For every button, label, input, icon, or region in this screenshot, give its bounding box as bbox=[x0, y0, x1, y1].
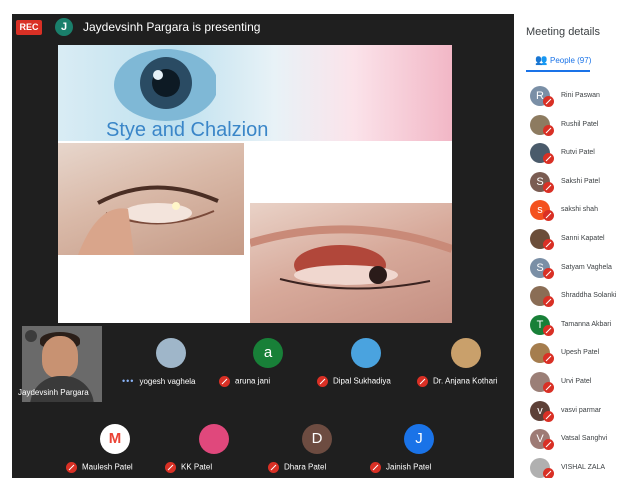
slide-blank-area bbox=[58, 257, 244, 323]
panel-title: Meeting details bbox=[526, 26, 600, 38]
participant-tile[interactable]: D Dhara Patel bbox=[268, 418, 368, 474]
person-name: Sanni Kapatel bbox=[561, 235, 605, 242]
meeting-details-panel: Meeting details 👥 People (97) R Rini Pasw… bbox=[514, 14, 634, 482]
participant-name: Dipal Sukhadiya bbox=[333, 376, 391, 386]
person-name: Rini Paswan bbox=[561, 92, 600, 99]
participant-avatar: J bbox=[404, 424, 434, 454]
eye-photo-left bbox=[58, 143, 244, 255]
participant-avatar bbox=[156, 338, 186, 368]
presenting-banner: Jaydevsinh Pargara is presenting bbox=[83, 20, 261, 34]
people-list-item[interactable]: S Sakshi Patel bbox=[514, 170, 634, 196]
people-list-item[interactable]: s sakshi shah bbox=[514, 198, 634, 224]
recording-badge: REC bbox=[16, 20, 42, 35]
mic-muted-icon bbox=[165, 462, 176, 473]
people-list-item[interactable]: Urvi Patel bbox=[514, 370, 634, 396]
mic-muted-icon bbox=[543, 382, 554, 393]
people-icon: 👥 bbox=[535, 55, 548, 66]
participant-avatar bbox=[351, 338, 381, 368]
eye-illustration bbox=[114, 49, 216, 121]
people-list-item[interactable]: Shraddha Solanki bbox=[514, 284, 634, 310]
mic-muted-icon bbox=[543, 267, 554, 279]
participant-avatar bbox=[451, 338, 481, 368]
eye-photo-right bbox=[250, 203, 452, 323]
participant-tile[interactable]: a aruna jani bbox=[219, 332, 319, 388]
participant-tile[interactable]: ••• yogesh vaghela bbox=[122, 332, 222, 388]
participant-name: KK Patel bbox=[181, 462, 213, 472]
participant-name: Jainish Patel bbox=[386, 462, 432, 472]
people-list-item[interactable]: S Satyam Vaghela bbox=[514, 256, 634, 282]
slide-title: Stye and Chalzion bbox=[106, 119, 269, 141]
participant-avatar bbox=[199, 424, 229, 454]
person-name: Rushil Patel bbox=[561, 120, 599, 128]
participant-tile[interactable]: Dr. Anjana Kothari bbox=[417, 332, 517, 388]
tab-people[interactable]: 👥 People (97) bbox=[526, 50, 634, 72]
participant-name-label: Jainish Patel bbox=[370, 462, 510, 473]
mic-icon bbox=[25, 330, 37, 342]
participant-avatar: M bbox=[100, 424, 130, 454]
mic-muted-icon bbox=[66, 462, 77, 473]
mic-muted-icon bbox=[543, 124, 554, 136]
participant-name: Dr. Anjana Kothari bbox=[433, 376, 498, 386]
people-list-item[interactable]: Rushil Patel bbox=[514, 113, 634, 139]
person-name: Tamanna Akbari bbox=[561, 320, 612, 328]
person-name: Sakshi Patel bbox=[561, 177, 600, 185]
participant-name: yogesh vaghela bbox=[139, 377, 196, 386]
meet-screen: REC J Jaydevsinh Pargara is presenting S… bbox=[12, 14, 634, 482]
people-list-item[interactable]: V Vatsal Sanghvi bbox=[514, 427, 634, 453]
participant-name: aruna jani bbox=[235, 376, 271, 386]
bottom-strip bbox=[0, 478, 639, 487]
presenter-avatar: J bbox=[55, 18, 73, 36]
self-view-name: Jaydevsinh Pargara bbox=[18, 388, 89, 397]
person-name: Vatsal Sanghvi bbox=[561, 435, 608, 443]
people-list-item[interactable]: Upesh Patel bbox=[514, 341, 634, 367]
mic-muted-icon bbox=[543, 410, 554, 422]
people-tab-label: People (97) bbox=[550, 56, 592, 65]
top-bar: REC J Jaydevsinh Pargara is presenting bbox=[12, 14, 514, 40]
person-name: vasvi parmar bbox=[561, 406, 602, 414]
mic-muted-icon bbox=[543, 353, 554, 365]
person-name: sakshi shah bbox=[561, 206, 598, 214]
mic-muted-icon bbox=[268, 462, 279, 473]
mic-muted-icon bbox=[543, 153, 554, 165]
person-name: Rutvi Patel bbox=[561, 149, 595, 157]
mic-muted-icon bbox=[543, 324, 554, 336]
mic-muted-icon bbox=[543, 96, 554, 107]
participant-tile[interactable]: Dipal Sukhadiya bbox=[317, 332, 417, 388]
people-list-item[interactable]: Sanni Kapatel bbox=[514, 227, 634, 253]
person-name: Shraddha Solanki bbox=[561, 292, 617, 300]
mic-muted-icon bbox=[219, 376, 230, 387]
person-name: Urvi Patel bbox=[561, 378, 592, 385]
participant-tile[interactable]: J Jainish Patel bbox=[370, 418, 470, 474]
mic-muted-icon bbox=[417, 376, 428, 387]
people-list-item[interactable]: v vasvi parmar bbox=[514, 399, 634, 425]
mic-muted-icon bbox=[543, 210, 554, 222]
participant-name: Dhara Patel bbox=[284, 462, 327, 472]
more-options-icon: ••• bbox=[122, 376, 135, 386]
person-name: VISHAL ZALA bbox=[561, 463, 606, 471]
participant-tile[interactable]: KK Patel bbox=[165, 418, 265, 474]
people-list-item[interactable]: R Rini Paswan bbox=[514, 84, 634, 110]
presentation-slide: Stye and Chalzion bbox=[58, 45, 452, 323]
people-list-item[interactable]: T Tamanna Akbari bbox=[514, 313, 634, 339]
mic-muted-icon bbox=[543, 439, 554, 451]
participant-avatar: D bbox=[302, 424, 332, 454]
tab-underline bbox=[526, 70, 590, 72]
participant-name: Maulesh Patel bbox=[82, 462, 133, 472]
mic-muted-icon bbox=[317, 376, 328, 387]
person-name: Satyam Vaghela bbox=[561, 263, 612, 271]
mic-muted-icon bbox=[543, 239, 554, 250]
mic-muted-icon bbox=[370, 462, 381, 473]
participant-tile[interactable]: M Maulesh Patel bbox=[66, 418, 166, 474]
participant-avatar: a bbox=[253, 338, 283, 368]
people-list-item[interactable]: Rutvi Patel bbox=[514, 141, 634, 167]
self-face bbox=[42, 336, 78, 378]
mic-muted-icon bbox=[543, 296, 554, 308]
person-name: Upesh Patel bbox=[561, 349, 600, 357]
mic-muted-icon bbox=[543, 181, 554, 193]
